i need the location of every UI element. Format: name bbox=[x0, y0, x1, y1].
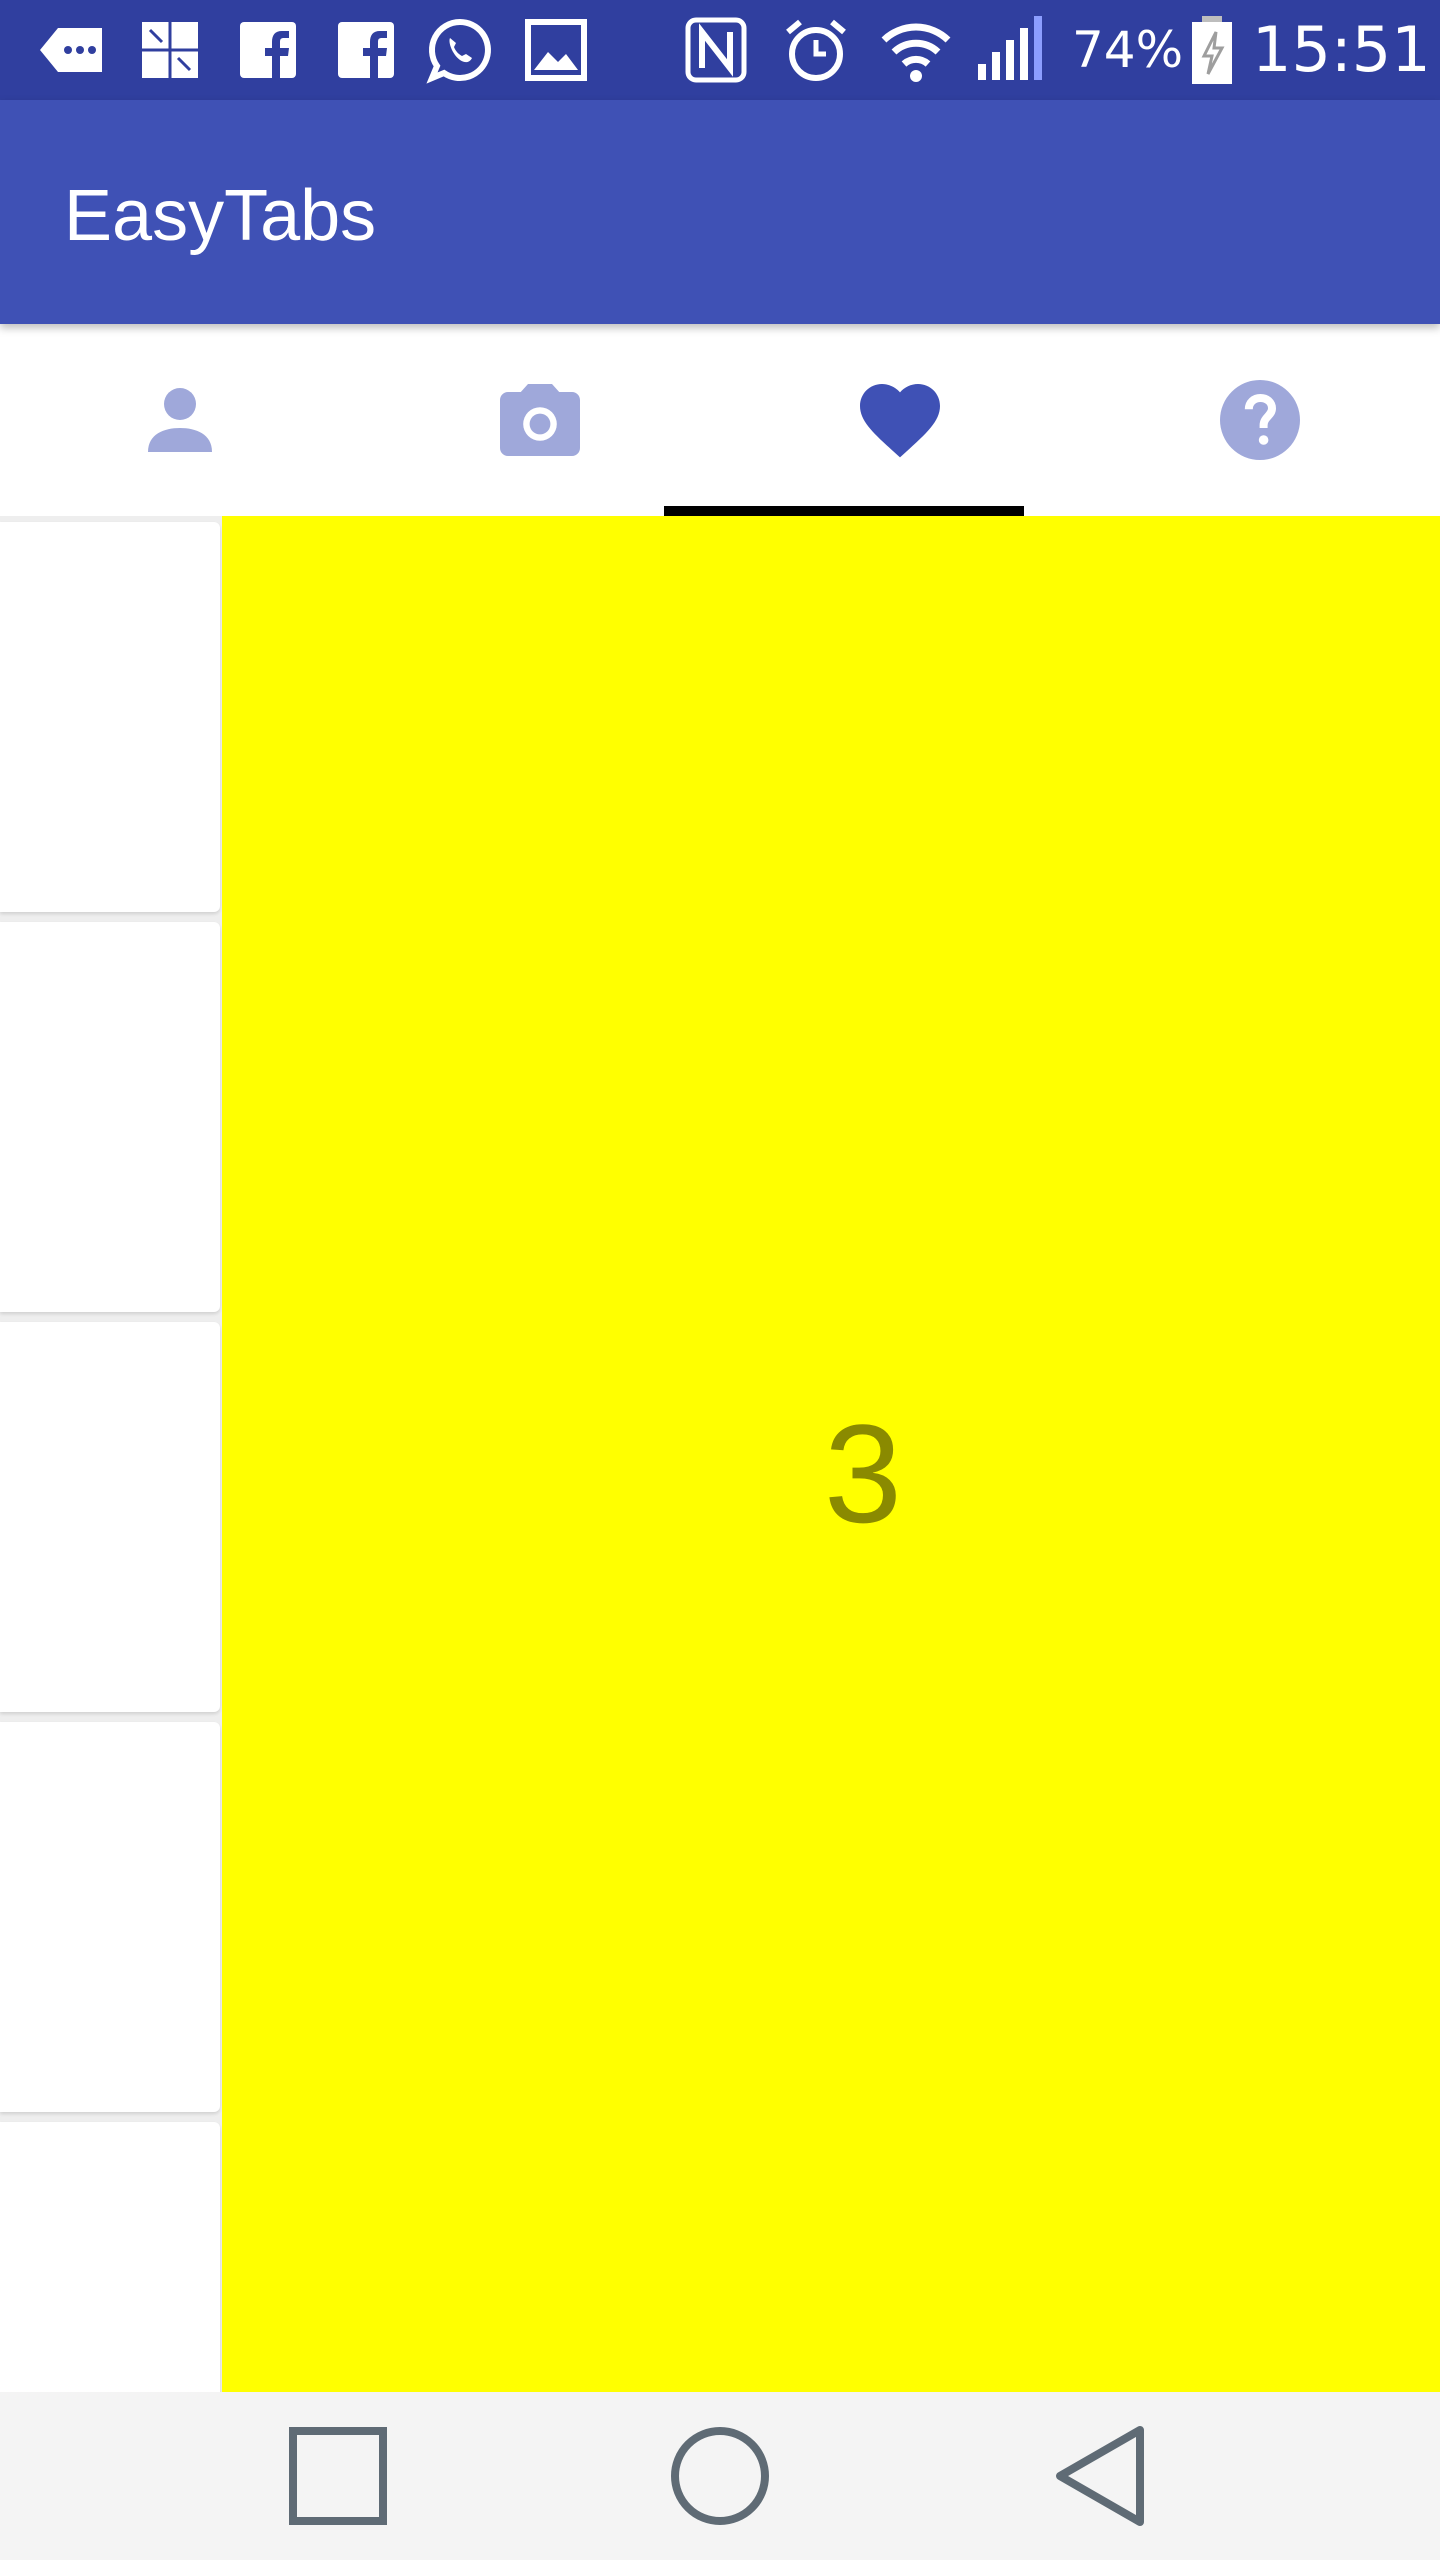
battery-percent: 74% bbox=[1072, 21, 1184, 79]
status-clock: 15:51 bbox=[1252, 13, 1431, 86]
tab-favorites[interactable] bbox=[720, 324, 1080, 516]
help-icon bbox=[1220, 380, 1300, 460]
quilt-icon bbox=[142, 22, 198, 78]
tab-camera[interactable] bbox=[360, 324, 720, 516]
page-3: 3 bbox=[222, 516, 1440, 2392]
view-pager[interactable]: 3 bbox=[0, 516, 1440, 2392]
list-item bbox=[0, 2122, 220, 2392]
person-icon bbox=[148, 388, 212, 452]
status-bar: 74% 15:51 bbox=[0, 0, 1440, 100]
heart-icon bbox=[860, 384, 940, 458]
message-more-icon bbox=[40, 28, 102, 72]
image-icon bbox=[525, 19, 587, 81]
tab-help[interactable] bbox=[1080, 324, 1440, 516]
tab-profile[interactable] bbox=[0, 324, 360, 516]
back-icon[interactable] bbox=[1042, 2416, 1162, 2536]
battery-charging-icon bbox=[1192, 16, 1232, 84]
facebook-icon bbox=[338, 22, 394, 78]
alarm-icon bbox=[786, 19, 846, 81]
recents-icon[interactable] bbox=[278, 2416, 398, 2536]
page-number-label: 3 bbox=[824, 1395, 902, 1552]
whatsapp-icon bbox=[426, 18, 491, 84]
list-item bbox=[0, 1322, 220, 1712]
tab-indicator bbox=[664, 506, 1024, 516]
app-title: EasyTabs bbox=[64, 176, 377, 256]
list-item bbox=[0, 1722, 220, 2112]
list-item bbox=[0, 922, 220, 1312]
facebook-icon bbox=[240, 22, 296, 78]
navigation-bar bbox=[0, 2392, 1440, 2560]
home-icon[interactable] bbox=[660, 2416, 780, 2536]
nfc-icon bbox=[685, 17, 747, 83]
previous-page bbox=[0, 516, 222, 2392]
list-item bbox=[0, 522, 220, 912]
signal-icon bbox=[978, 16, 1042, 80]
app-bar: EasyTabs bbox=[0, 100, 1440, 324]
wifi-icon bbox=[881, 23, 951, 82]
tab-bar bbox=[0, 324, 1440, 516]
camera-icon bbox=[500, 384, 580, 456]
